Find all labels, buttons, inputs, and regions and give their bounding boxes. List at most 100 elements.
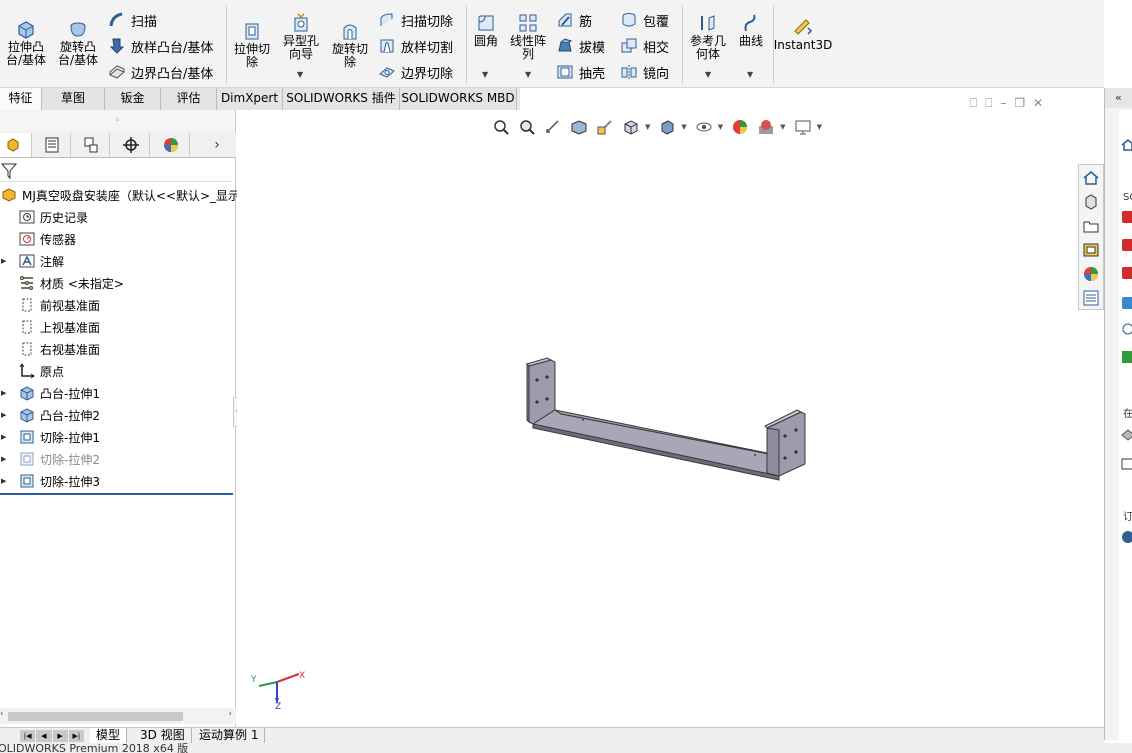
- tools-icon[interactable]: [1121, 322, 1132, 336]
- expand-arrow-icon[interactable]: ▶: [1, 477, 11, 485]
- graphics-area[interactable]: ▼ ▼ ▼ ▼ ▼ X Y Z: [237, 110, 1103, 727]
- display-style-icon[interactable]: [658, 118, 678, 136]
- tab-sheet-metal[interactable]: 钣金: [105, 88, 161, 110]
- scrollbar-thumb[interactable]: [8, 712, 183, 721]
- draft-button[interactable]: 拔模: [556, 36, 605, 56]
- view-orientation-icon[interactable]: [622, 118, 642, 136]
- tile-left-icon[interactable]: ⎕: [970, 96, 977, 111]
- custom-properties-tab[interactable]: [1080, 287, 1102, 309]
- boundary-cut-button[interactable]: 边界切除: [378, 62, 453, 82]
- hide-show-items-icon[interactable]: [695, 118, 715, 136]
- sweep-button[interactable]: 扫描: [108, 10, 157, 30]
- restore-icon[interactable]: ❐: [1014, 96, 1025, 111]
- zoom-to-fit-icon[interactable]: [492, 118, 512, 136]
- hide-show-dropdown-icon[interactable]: ▼: [718, 123, 723, 131]
- expand-arrow-icon[interactable]: ▶: [1, 389, 11, 397]
- boundary-boss-button[interactable]: 边界凸台/基体: [108, 62, 213, 82]
- minimize-icon[interactable]: –: [1000, 96, 1006, 111]
- tree-item-material[interactable]: 材质 <未指定>: [0, 272, 124, 294]
- tree-item-cut-extrude3[interactable]: ▶ 切除-拉伸3: [0, 470, 100, 492]
- dimxpert-manager-tab[interactable]: [112, 133, 150, 157]
- tab-solidworks-mbd[interactable]: SOLIDWORKS MBD: [400, 88, 517, 110]
- revolve-cut-button[interactable]: 旋转切 除: [328, 20, 372, 69]
- apply-scene-dropdown-icon[interactable]: ▼: [780, 123, 785, 131]
- online-icon[interactable]: [1121, 428, 1132, 442]
- sweep-cut-button[interactable]: 扫描切除: [378, 10, 453, 30]
- tile-right-icon[interactable]: ⎕: [985, 96, 992, 111]
- file-explorer-tab[interactable]: [1080, 215, 1102, 237]
- solidworks-red-icon[interactable]: [1121, 210, 1132, 224]
- first-tab-icon[interactable]: |◀: [20, 730, 36, 742]
- part-model-bracket[interactable]: [517, 350, 817, 485]
- panel-grip-icon[interactable]: ◦: [0, 110, 235, 132]
- tree-item-cut-extrude2[interactable]: ▶ 切除-拉伸2: [0, 448, 100, 470]
- linear-pattern-button[interactable]: 线性阵 列: [506, 12, 550, 61]
- previous-tab-icon[interactable]: ◀: [36, 730, 52, 742]
- tab-solidworks-addins[interactable]: SOLIDWORKS 插件: [283, 88, 400, 110]
- expand-arrow-icon[interactable]: ▶: [1, 433, 11, 441]
- extrude-boss-button[interactable]: 拉伸凸 台/基体: [4, 18, 48, 67]
- last-tab-icon[interactable]: ▶|: [68, 730, 84, 742]
- rollback-bar[interactable]: [0, 493, 233, 495]
- calendar-icon[interactable]: [1121, 456, 1132, 470]
- wrap-button[interactable]: 包覆: [620, 10, 669, 30]
- tree-item-cut-extrude1[interactable]: ▶ 切除-拉伸1: [0, 426, 100, 448]
- filter-icon[interactable]: [0, 162, 18, 180]
- addin-icon[interactable]: [1121, 350, 1132, 364]
- display-style-dropdown-icon[interactable]: ▼: [681, 123, 686, 131]
- tab-evaluate[interactable]: 评估: [161, 88, 217, 110]
- configuration-manager-tab[interactable]: [72, 133, 110, 157]
- dynamic-annotation-icon[interactable]: [596, 118, 616, 136]
- tab-model[interactable]: 模型: [90, 728, 128, 744]
- tree-item-sensors[interactable]: 传感器: [0, 228, 76, 250]
- tree-item-history[interactable]: 历史记录: [0, 206, 88, 228]
- tree-item-front-plane[interactable]: 前视基准面: [0, 294, 100, 316]
- solidworks-resources-tab[interactable]: [1080, 167, 1102, 189]
- feature-manager-tab[interactable]: [0, 133, 32, 157]
- curves-dropdown-icon[interactable]: ▼: [747, 70, 753, 79]
- appearances-tab[interactable]: [1080, 263, 1102, 285]
- tree-item-boss-extrude1[interactable]: ▶ 凸台-拉伸1: [0, 382, 100, 404]
- extrude-cut-button[interactable]: 拉伸切 除: [230, 20, 274, 69]
- tab-3d-views[interactable]: 3D 视图: [134, 728, 192, 744]
- view-palette-tab[interactable]: [1080, 239, 1102, 261]
- section-view-icon[interactable]: [570, 118, 590, 136]
- expand-arrow-icon[interactable]: ▶: [1, 257, 11, 265]
- reference-geometry-dropdown-icon[interactable]: ▼: [705, 70, 711, 79]
- next-tab-icon[interactable]: ▶: [52, 730, 68, 742]
- rib-button[interactable]: 筋: [556, 10, 592, 30]
- home-icon[interactable]: [1121, 138, 1132, 152]
- shell-button[interactable]: 抽壳: [556, 62, 605, 82]
- design-library-tab[interactable]: [1080, 191, 1102, 213]
- hole-wizard-dropdown-icon[interactable]: ▼: [297, 70, 303, 79]
- tree-filter-bar[interactable]: [0, 160, 232, 182]
- reference-geometry-button[interactable]: 参考几 何体: [686, 12, 730, 61]
- tab-dimxpert[interactable]: DimXpert: [217, 88, 283, 110]
- scroll-left-icon[interactable]: ‹: [0, 709, 4, 719]
- tab-motion-study-1[interactable]: 运动算例 1: [193, 728, 266, 744]
- expand-arrow-icon[interactable]: ▶: [1, 455, 11, 463]
- scroll-right-icon[interactable]: ›: [228, 709, 232, 719]
- tree-item-annotations[interactable]: ▶ 注解: [0, 250, 64, 272]
- view-settings-icon[interactable]: [794, 118, 814, 136]
- hole-wizard-button[interactable]: 异型孔 向导: [279, 12, 323, 61]
- tree-item-boss-extrude2[interactable]: ▶ 凸台-拉伸2: [0, 404, 100, 426]
- tree-item-origin[interactable]: 原点: [0, 360, 64, 382]
- loft-boss-button[interactable]: 放样凸台/基体: [108, 36, 213, 56]
- solidworks-red-icon[interactable]: [1121, 266, 1132, 280]
- linear-pattern-dropdown-icon[interactable]: ▼: [525, 70, 531, 79]
- tab-sketch[interactable]: 草图: [42, 88, 105, 110]
- fillet-button[interactable]: 圆角: [468, 12, 504, 48]
- tree-horizontal-scrollbar[interactable]: ‹ ›: [0, 708, 236, 724]
- intersect-button[interactable]: 相交: [620, 36, 669, 56]
- edit-appearance-icon[interactable]: [731, 118, 751, 136]
- view-settings-dropdown-icon[interactable]: ▼: [817, 123, 822, 131]
- loft-cut-button[interactable]: 放样切割: [378, 36, 453, 56]
- expand-arrow-icon[interactable]: ▶: [1, 411, 11, 419]
- previous-view-icon[interactable]: [544, 118, 564, 136]
- view-orientation-dropdown-icon[interactable]: ▼: [645, 123, 650, 131]
- tab-features[interactable]: 特征: [0, 88, 42, 110]
- revolve-boss-button[interactable]: 旋转凸 台/基体: [55, 18, 101, 67]
- subscription-globe-icon[interactable]: [1121, 530, 1132, 544]
- display-manager-tab[interactable]: [152, 133, 190, 157]
